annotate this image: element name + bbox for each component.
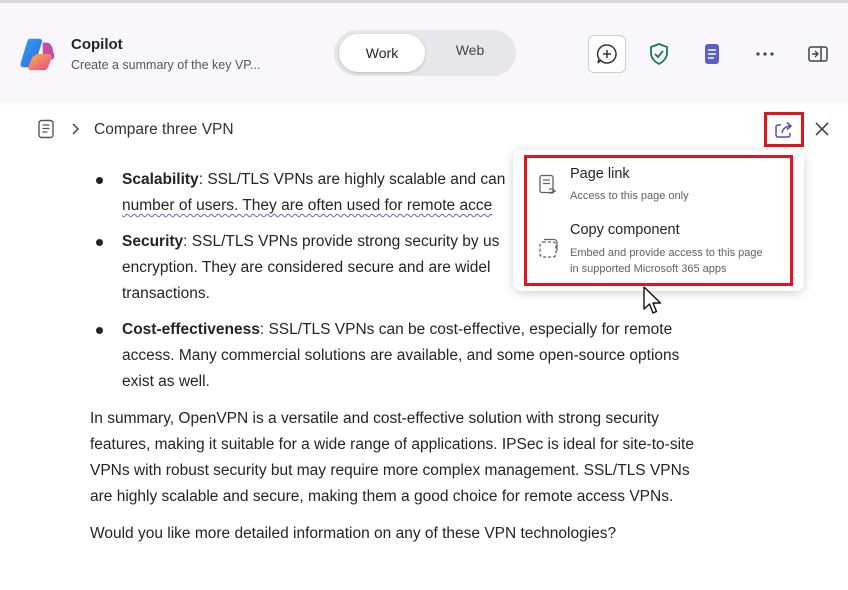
- work-web-toggle[interactable]: Work Web: [334, 30, 516, 76]
- bullet-dot: [96, 239, 103, 246]
- mouse-cursor-icon: [643, 286, 662, 314]
- page-link-icon: [539, 174, 556, 194]
- summary-line: In summary, OpenVPN is a versatile and c…: [90, 410, 659, 427]
- menu-item-page-link[interactable]: Page link Access to this page only: [524, 160, 790, 212]
- copy-component-icon: [539, 238, 558, 258]
- copilot-logo-icon: [20, 38, 55, 71]
- document-icon: [705, 44, 719, 64]
- menu-item-title: Copy component: [570, 222, 680, 238]
- share-button[interactable]: [764, 112, 804, 147]
- bullet-dot: [96, 327, 103, 334]
- bullet-term: Cost-effectiveness: [122, 321, 260, 338]
- summary-line: VPNs with robust security but may requir…: [90, 462, 690, 479]
- menu-item-subtitle: Access to this page only: [570, 190, 689, 202]
- menu-item-subtitle: Embed and provide access to this page in…: [570, 245, 790, 277]
- colon-text: :: [183, 233, 192, 250]
- bullet-dot: [96, 177, 103, 184]
- menu-item-subtitle-line: Embed and provide access to this page: [570, 247, 763, 259]
- summary-line: features, making it suitable for a wide …: [90, 436, 694, 453]
- more-icon: [756, 52, 774, 56]
- page-title: Compare three VPN: [94, 121, 234, 138]
- bullet-text: access. Many commercial solutions are av…: [122, 347, 680, 364]
- toggle-web-option[interactable]: Web: [430, 34, 510, 72]
- bullet-text: SSL/TLS VPNs can be cost-effective, espe…: [268, 321, 673, 338]
- new-chat-icon: [596, 44, 617, 64]
- more-options-button[interactable]: [751, 40, 779, 68]
- copilot-header: Copilot Create a summary of the key VP..…: [0, 3, 848, 103]
- close-icon: [815, 122, 829, 136]
- menu-item-copy-component[interactable]: Copy component Embed and provide access …: [524, 216, 790, 282]
- bullet-term: Security: [122, 233, 184, 250]
- pages-button[interactable]: [698, 40, 726, 68]
- bullet-text: SSL/TLS VPNs are highly scalable and can: [207, 171, 506, 188]
- menu-item-title: Page link: [570, 166, 630, 182]
- list-item-cost: Cost-effectiveness: SSL/TLS VPNs can be …: [122, 317, 762, 395]
- chat-subtitle: Create a summary of the key VP...: [71, 58, 261, 72]
- followup-question: Would you like more detailed information…: [90, 525, 617, 542]
- share-icon: [775, 121, 793, 138]
- bullet-term: Scalability: [122, 171, 199, 188]
- page-icon: [38, 119, 54, 139]
- bullet-text: SSL/TLS VPNs provide strong security by …: [191, 233, 500, 250]
- app-title: Copilot: [71, 36, 123, 53]
- chevron-right-icon[interactable]: [70, 121, 82, 137]
- toggle-work-option[interactable]: Work: [339, 34, 425, 72]
- protection-button[interactable]: [645, 40, 673, 68]
- bullet-text: exist as well.: [122, 373, 210, 390]
- summary-paragraph: In summary, OpenVPN is a versatile and c…: [90, 406, 770, 510]
- summary-line: are highly scalable and secure, making t…: [90, 488, 674, 505]
- close-button[interactable]: [810, 117, 834, 141]
- bullet-text: number of users. They are often used for…: [122, 197, 493, 214]
- shield-check-icon: [650, 43, 668, 65]
- new-chat-button[interactable]: [588, 35, 626, 73]
- side-panel-button[interactable]: [804, 40, 832, 68]
- menu-item-subtitle-line: in supported Microsoft 365 apps: [570, 263, 727, 275]
- side-panel-icon: [808, 46, 828, 62]
